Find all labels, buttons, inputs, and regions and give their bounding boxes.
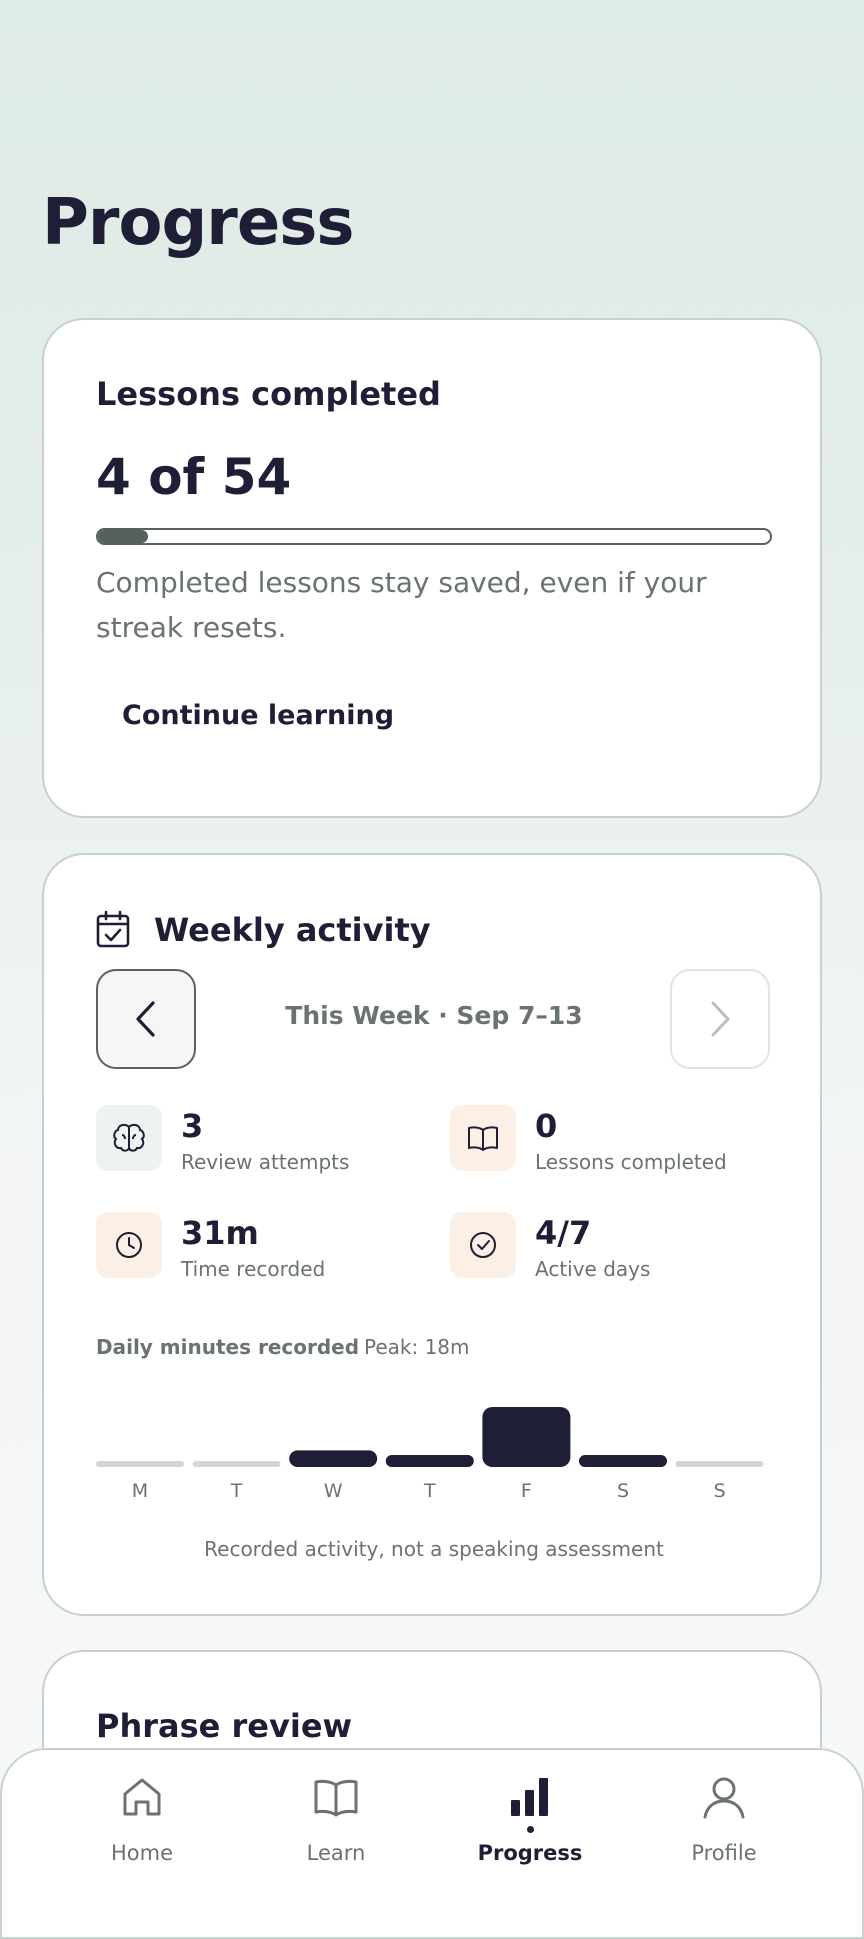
lessons-card-title: Lessons completed	[96, 375, 441, 413]
chart-bar-0	[96, 1461, 184, 1467]
lessons-count: 4 of 54	[96, 448, 292, 506]
weekly-lessons-value: 0	[535, 1107, 558, 1145]
chevron-left-icon	[136, 1001, 155, 1037]
time-recorded-value: 31m	[181, 1214, 259, 1252]
chart-day-label: S	[617, 1480, 629, 1502]
calendar-check-icon	[96, 910, 130, 948]
chevron-right-icon	[711, 1001, 730, 1037]
phrase-review-title: Phrase review	[96, 1707, 353, 1745]
tab-profile[interactable]: Profile	[627, 1750, 821, 1900]
lessons-completed-card: Lessons completed 4 of 54 Completed less…	[42, 318, 822, 818]
book-icon	[450, 1105, 516, 1171]
chart-day-label: M	[132, 1480, 148, 1502]
review-attempts-value: 3	[181, 1107, 204, 1145]
chart-day-label: T	[230, 1480, 243, 1502]
tab-label-learn: Learn	[306, 1841, 366, 1865]
active-tab-indicator	[526, 1826, 534, 1833]
time-recorded-label: Time recorded	[181, 1257, 326, 1281]
chart-bar-3	[385, 1455, 474, 1467]
tab-label-home: Home	[110, 1841, 173, 1865]
lessons-progress-bar	[96, 528, 772, 545]
chart-day-label: F	[521, 1480, 532, 1502]
home-icon	[123, 1778, 161, 1816]
open-book-icon	[314, 1779, 358, 1817]
weekly-activity-card: Weekly activity This Week · Sep 7–13 3 R…	[42, 853, 822, 1616]
chart-day-label: T	[423, 1480, 436, 1502]
chart-day-label: W	[324, 1480, 343, 1502]
tab-learn[interactable]: Learn	[239, 1750, 433, 1900]
tab-label-profile: Profile	[691, 1841, 757, 1865]
previous-week-button[interactable]	[96, 969, 196, 1069]
chart-footnote: Recorded activity, not a speaking assess…	[204, 1537, 664, 1561]
weekly-activity-title: Weekly activity	[154, 911, 431, 949]
review-attempts-label: Review attempts	[181, 1150, 350, 1174]
tab-progress[interactable]: Progress	[433, 1750, 627, 1900]
lessons-progress-fill	[98, 530, 148, 543]
clock-icon	[96, 1212, 162, 1278]
active-days-label: Active days	[535, 1257, 651, 1281]
bottom-tab-bar: Home Learn Progress Profile	[0, 1748, 864, 1939]
user-icon	[703, 1777, 745, 1819]
chart-bar-2	[289, 1450, 378, 1467]
chart-bar-5	[579, 1455, 667, 1467]
check-circle-icon	[450, 1212, 516, 1278]
chart-bar-4	[482, 1407, 571, 1467]
chart-bar-6	[675, 1461, 764, 1467]
chart-day-label: S	[714, 1480, 726, 1502]
lessons-note: Completed lessons stay saved, even if yo…	[96, 566, 707, 644]
chart-heading: Daily minutes recorded	[96, 1335, 360, 1359]
page-title: Progress	[42, 186, 354, 260]
weekly-lessons-label: Lessons completed	[535, 1150, 727, 1174]
week-range-label: This Week · Sep 7–13	[285, 1001, 583, 1030]
brain-icon	[96, 1105, 162, 1171]
next-week-button[interactable]	[670, 969, 770, 1069]
chart-peak: Peak: 18m	[364, 1335, 470, 1359]
bar-chart-icon	[511, 1778, 548, 1816]
active-days-value: 4/7	[535, 1214, 592, 1252]
chart-bar-1	[192, 1461, 281, 1467]
tab-home[interactable]: Home	[45, 1750, 239, 1900]
continue-learning-button[interactable]: Continue learning	[104, 688, 412, 743]
tab-label-progress: Progress	[477, 1841, 583, 1865]
